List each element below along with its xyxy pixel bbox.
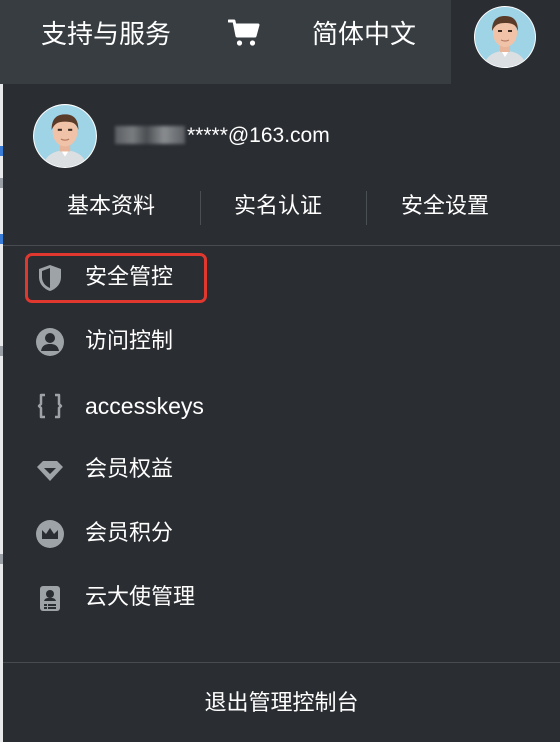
divider: [200, 191, 201, 225]
logout-button[interactable]: 退出管理控制台: [3, 680, 560, 728]
account-email: *****@163.com: [115, 124, 330, 148]
menu-item-label: 会员积分: [85, 521, 174, 546]
menu-item-label: 会员权益: [85, 457, 174, 482]
menu-item-cloud-ambassador[interactable]: 云大使管理: [3, 572, 560, 624]
user-icon: [35, 327, 65, 357]
real-name-auth-link[interactable]: 实名认证: [234, 187, 322, 227]
email-text: *****@163.com: [187, 124, 330, 147]
divider: [366, 191, 367, 225]
screen: 支持与服务 简体中文 *****@163.com 基本资料 实名认证 安全设置 …: [0, 0, 560, 742]
menu-item-member-points[interactable]: 会员积分: [3, 508, 560, 560]
menu-item-accesskeys[interactable]: accesskeys: [3, 380, 560, 432]
menu-item-label: accesskeys: [85, 393, 204, 419]
badge-icon: [35, 583, 65, 613]
menu-item-member-benefits[interactable]: 会员权益: [3, 444, 560, 496]
divider: [3, 662, 560, 663]
menu-item-label: 安全管控: [85, 265, 174, 290]
menu-item-security-control[interactable]: 安全管控: [3, 252, 560, 304]
redacted-username: [115, 126, 185, 144]
shield-icon: [35, 263, 65, 293]
menu-item-label: 访问控制: [85, 329, 174, 354]
crown-icon: [35, 519, 65, 549]
menu-item-access-control[interactable]: 访问控制: [3, 316, 560, 368]
support-services-link[interactable]: 支持与服务: [41, 0, 171, 70]
menu-item-label: 云大使管理: [85, 585, 196, 610]
user-dropdown-menu: *****@163.com 基本资料 实名认证 安全设置 安全管控 访问控制 a…: [3, 84, 560, 742]
security-settings-link[interactable]: 安全设置: [401, 187, 489, 227]
user-menu-tab[interactable]: [451, 0, 560, 84]
profile-links: 基本资料 实名认证 安全设置: [3, 187, 560, 227]
diamond-icon: [35, 455, 65, 485]
profile-avatar: [32, 103, 98, 173]
basic-info-link[interactable]: 基本资料: [67, 187, 155, 227]
cart-icon[interactable]: [227, 18, 260, 52]
language-selector[interactable]: 简体中文: [312, 0, 416, 70]
braces-icon: [35, 391, 65, 421]
top-navigation-bar: 支持与服务 简体中文: [0, 0, 560, 84]
user-avatar[interactable]: [473, 5, 537, 69]
divider: [3, 245, 560, 246]
